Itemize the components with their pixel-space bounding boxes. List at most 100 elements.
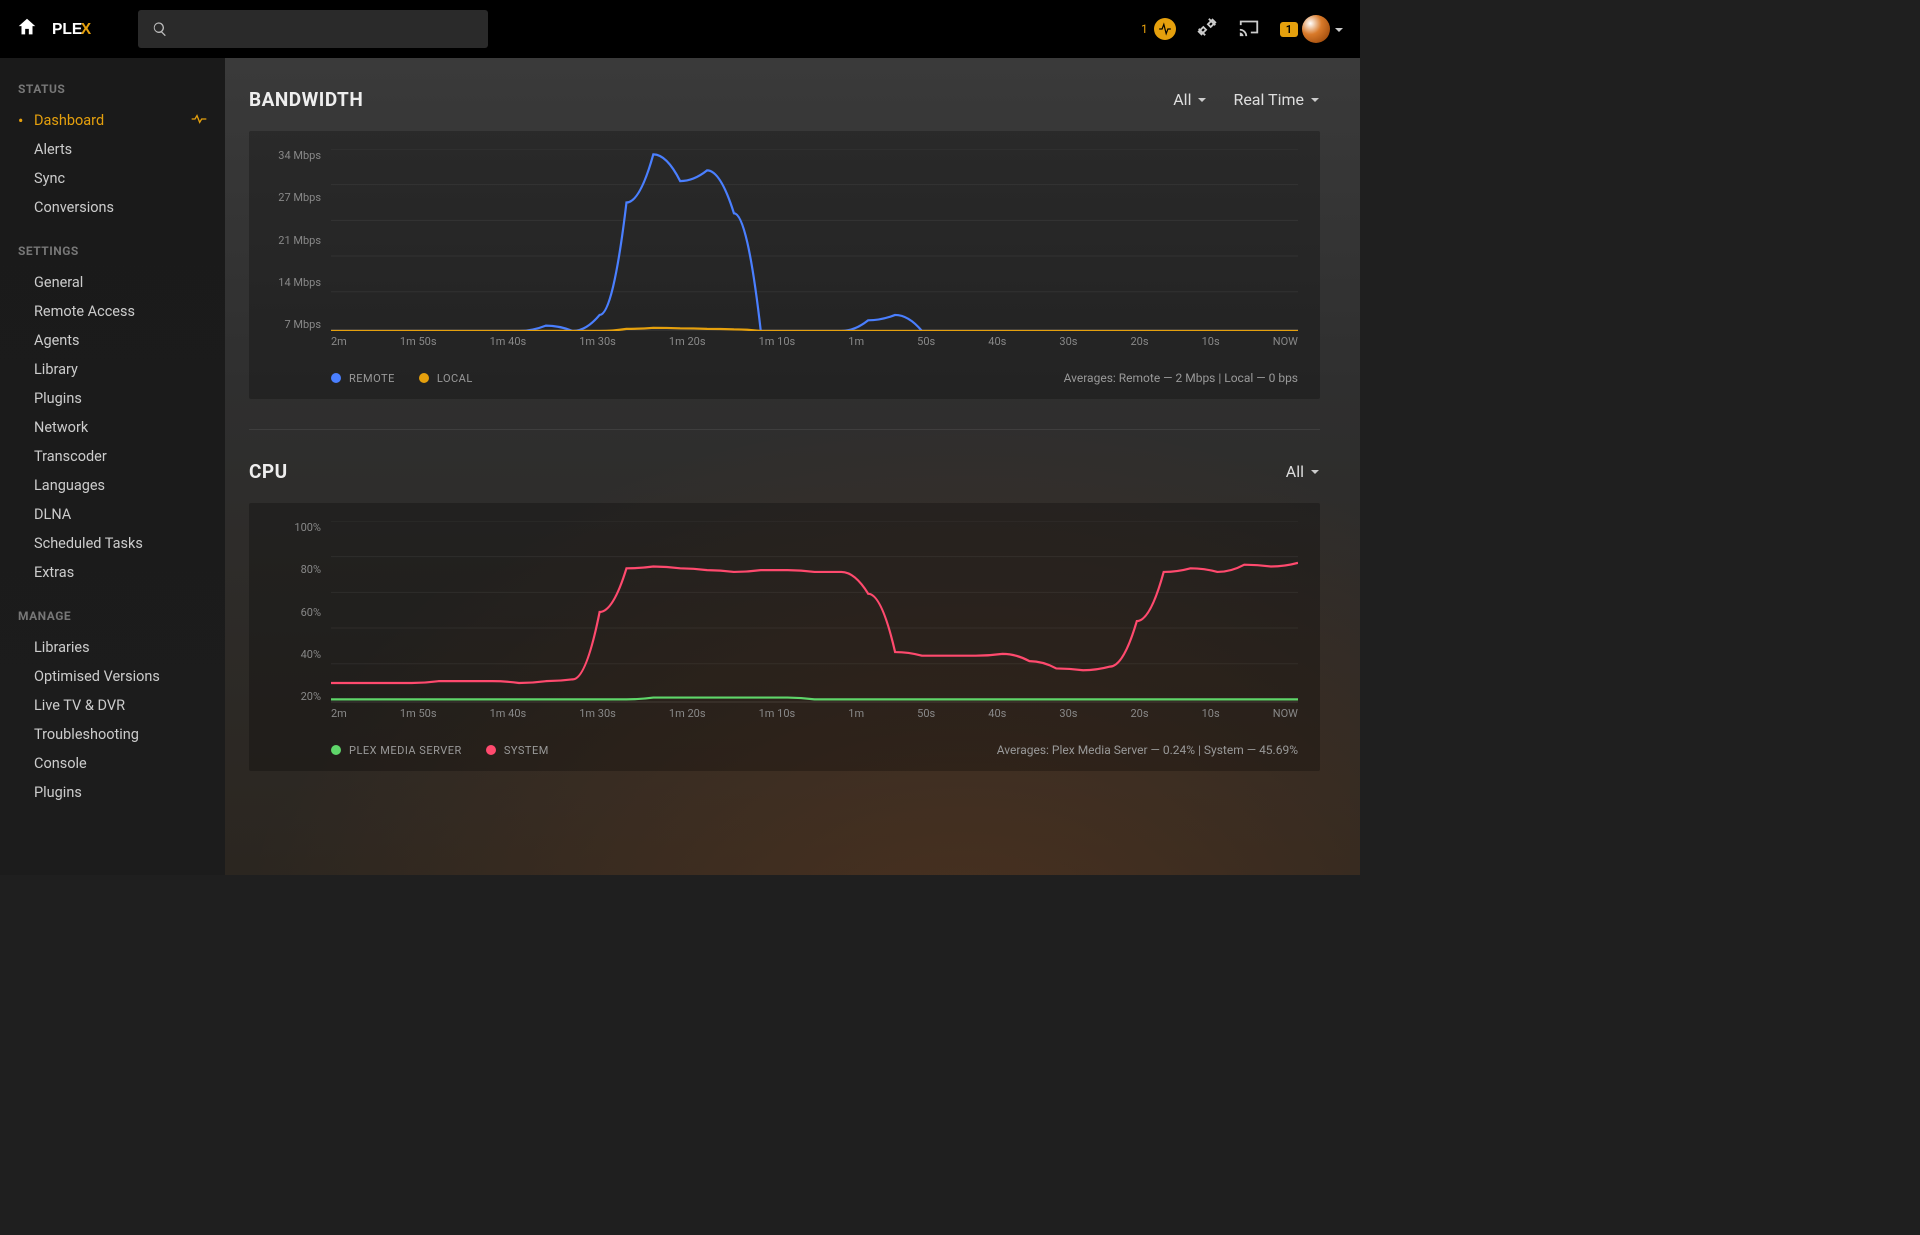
axis-tick: 30s <box>1059 335 1077 359</box>
axis-tick: 20% <box>271 690 331 703</box>
sidebar-item-general[interactable]: General <box>0 268 225 297</box>
chevron-down-icon <box>1197 95 1207 105</box>
legend-dot <box>331 745 341 755</box>
sidebar-item-remote-access[interactable]: Remote Access <box>0 297 225 326</box>
legend-dot <box>486 745 496 755</box>
sidebar-item-plugins[interactable]: Plugins <box>0 384 225 413</box>
axis-tick: 1m 20s <box>669 707 706 731</box>
axis-tick: 1m 40s <box>490 707 527 731</box>
axis-tick: 20s <box>1131 335 1149 359</box>
axis-tick: 1m <box>848 707 864 731</box>
axis-tick: 1m <box>848 335 864 359</box>
legend-label: PLEX MEDIA SERVER <box>349 744 462 757</box>
axis-tick: 1m 30s <box>579 707 616 731</box>
chevron-down-icon <box>1334 20 1344 39</box>
sidebar-item-label: Conversions <box>34 199 114 216</box>
sidebar-item-label: Remote Access <box>34 303 135 320</box>
legend-label: SYSTEM <box>504 744 549 757</box>
axis-tick: 1m 50s <box>400 707 437 731</box>
sidebar-item-languages[interactable]: Languages <box>0 471 225 500</box>
sidebar-item-transcoder[interactable]: Transcoder <box>0 442 225 471</box>
sidebar-item-troubleshooting[interactable]: Troubleshooting <box>0 720 225 749</box>
legend-label: LOCAL <box>437 372 473 385</box>
sidebar-item-label: Network <box>34 419 88 436</box>
legend-system[interactable]: SYSTEM <box>486 744 549 757</box>
sidebar-item-dlna[interactable]: DLNA <box>0 500 225 529</box>
sidebar-item-extras[interactable]: Extras <box>0 558 225 587</box>
axis-tick: 34 Mbps <box>271 149 331 162</box>
plex-logo[interactable]: PLE X <box>52 17 124 41</box>
axis-tick: 1m 10s <box>759 707 796 731</box>
legend-label: REMOTE <box>349 372 395 385</box>
axis-tick: 40% <box>271 648 331 661</box>
sidebar-item-agents[interactable]: Agents <box>0 326 225 355</box>
divider <box>249 429 1320 430</box>
sidebar-item-plugins[interactable]: Plugins <box>0 778 225 807</box>
cast-icon[interactable] <box>1238 16 1260 42</box>
axis-tick: 1m 10s <box>759 335 796 359</box>
user-badge: 1 <box>1280 22 1298 37</box>
bandwidth-panel: BANDWIDTH All Real Time 34 <box>249 88 1320 399</box>
sidebar-heading: SETTINGS <box>0 244 225 268</box>
axis-tick: 1m 40s <box>490 335 527 359</box>
settings-icon[interactable] <box>1196 16 1218 42</box>
axis-tick: 60% <box>271 606 331 619</box>
topbar-right: 1 1 <box>1141 15 1344 43</box>
sidebar-item-label: Optimised Versions <box>34 668 160 685</box>
topbar: PLE X 1 1 <box>0 0 1360 58</box>
sidebar-item-dashboard[interactable]: Dashboard <box>0 106 225 135</box>
sidebar-item-label: Plugins <box>34 784 82 801</box>
axis-tick: 10s <box>1202 707 1220 731</box>
axis-tick: NOW <box>1273 335 1298 359</box>
axis-tick: 1m 20s <box>669 335 706 359</box>
user-menu[interactable]: 1 <box>1280 15 1344 43</box>
activity-icon <box>191 112 207 129</box>
sidebar-item-label: Sync <box>34 170 65 187</box>
legend-dot <box>331 373 341 383</box>
sidebar-item-optimised-versions[interactable]: Optimised Versions <box>0 662 225 691</box>
filter-label: All <box>1173 90 1191 109</box>
avatar <box>1302 15 1330 43</box>
filter-label: Real Time <box>1233 90 1304 109</box>
cpu-chart: 100%80%60%40%20% 2m1m 50s1m 40s1m 30s1m … <box>249 503 1320 771</box>
sidebar-item-label: Scheduled Tasks <box>34 535 143 552</box>
chevron-down-icon <box>1310 95 1320 105</box>
axis-tick: 50s <box>917 335 935 359</box>
sidebar-item-library[interactable]: Library <box>0 355 225 384</box>
activity-icon <box>1154 18 1176 40</box>
sidebar-item-alerts[interactable]: Alerts <box>0 135 225 164</box>
axis-tick: 27 Mbps <box>271 191 331 204</box>
sidebar-item-scheduled-tasks[interactable]: Scheduled Tasks <box>0 529 225 558</box>
axis-tick: 40s <box>988 335 1006 359</box>
axis-tick: 14 Mbps <box>271 276 331 289</box>
legend-local[interactable]: LOCAL <box>419 372 473 385</box>
bandwidth-filter-realtime[interactable]: Real Time <box>1233 90 1320 109</box>
axis-tick: 50s <box>917 707 935 731</box>
cpu-title: CPU <box>249 460 288 483</box>
activity-alert[interactable]: 1 <box>1141 18 1176 40</box>
sidebar-item-network[interactable]: Network <box>0 413 225 442</box>
bandwidth-chart: 34 Mbps27 Mbps21 Mbps14 Mbps7 Mbps 2m1m … <box>249 131 1320 399</box>
sidebar-item-console[interactable]: Console <box>0 749 225 778</box>
sidebar-item-live-tv-dvr[interactable]: Live TV & DVR <box>0 691 225 720</box>
legend-pms[interactable]: PLEX MEDIA SERVER <box>331 744 462 757</box>
axis-tick: 100% <box>271 521 331 534</box>
cpu-filter-all[interactable]: All <box>1286 462 1320 481</box>
axis-tick: 2m <box>331 707 347 731</box>
sidebar-heading: MANAGE <box>0 609 225 633</box>
legend-remote[interactable]: REMOTE <box>331 372 395 385</box>
search-input[interactable] <box>138 10 488 48</box>
sidebar-item-libraries[interactable]: Libraries <box>0 633 225 662</box>
sidebar-item-conversions[interactable]: Conversions <box>0 193 225 222</box>
sidebar: STATUSDashboardAlertsSyncConversionsSETT… <box>0 58 225 875</box>
chevron-down-icon <box>1310 467 1320 477</box>
legend-dot <box>419 373 429 383</box>
sidebar-item-sync[interactable]: Sync <box>0 164 225 193</box>
sidebar-item-label: General <box>34 274 83 291</box>
home-icon[interactable] <box>16 16 38 42</box>
sidebar-item-label: Libraries <box>34 639 90 656</box>
sidebar-item-label: Extras <box>34 564 74 581</box>
bandwidth-filter-all[interactable]: All <box>1173 90 1207 109</box>
sidebar-item-label: Transcoder <box>34 448 107 465</box>
cpu-panel: CPU All 100%80%60%40%20% 2m1m 50s1m 40s1… <box>249 460 1320 771</box>
